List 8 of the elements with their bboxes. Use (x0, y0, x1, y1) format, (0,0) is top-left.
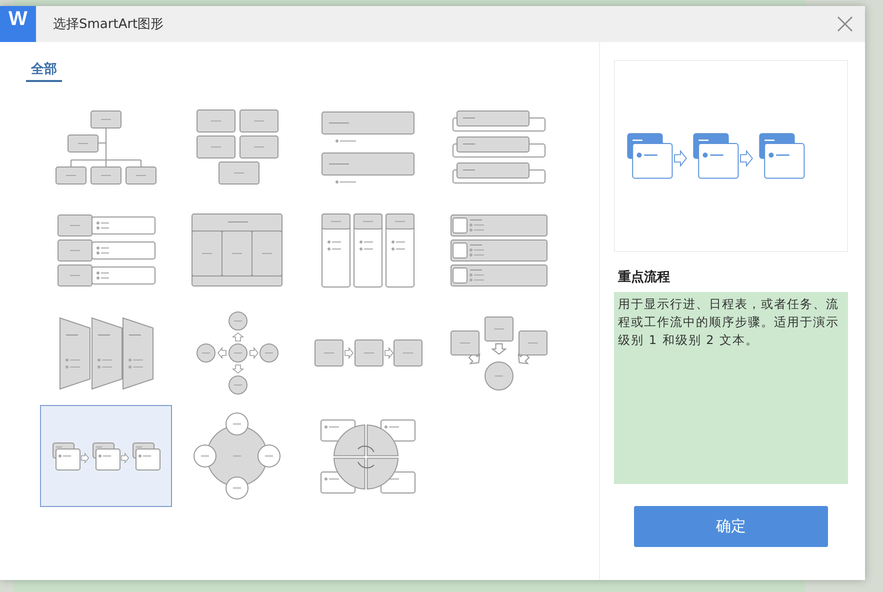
layout-description: 用于显示行进、日程表，或者任务、流程或工作流中的顺序步骤。适用于演示级别 1 和级别 2 文本。 (614, 292, 848, 484)
ok-button[interactable]: 确定 (634, 506, 828, 547)
layout-name: 重点流程 (618, 268, 671, 286)
app-logo: W (0, 6, 36, 42)
window-title: 选择SmartArt图形 (53, 16, 165, 33)
category-tab[interactable]: 全部 (26, 60, 62, 82)
close-icon[interactable] (837, 16, 853, 32)
layout-option[interactable] (40, 405, 172, 507)
